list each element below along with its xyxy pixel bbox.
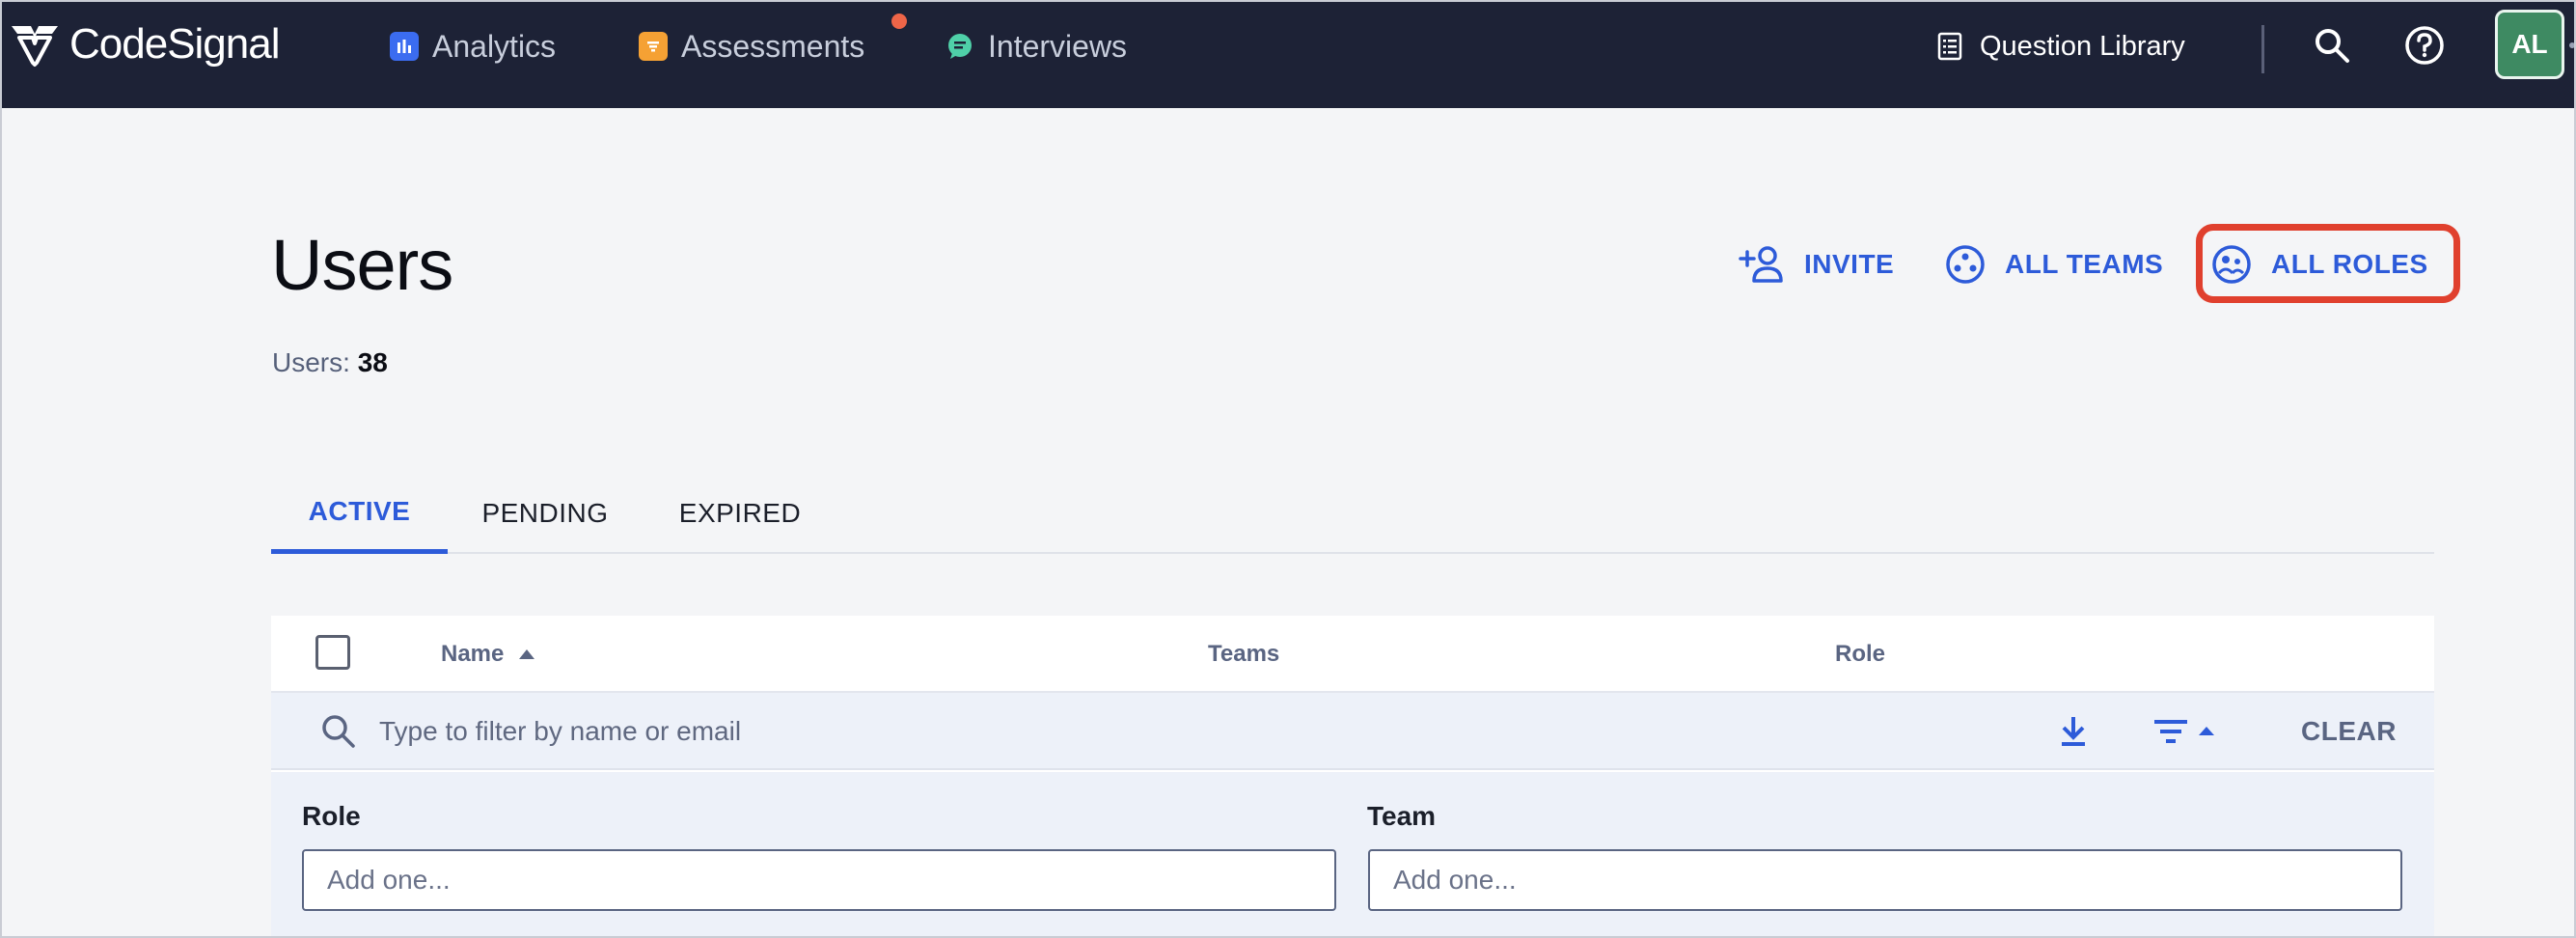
question-library-link[interactable]: Question Library	[1937, 25, 2185, 68]
all-roles-highlight-outline	[2196, 224, 2460, 303]
sort-ascending-icon	[519, 649, 535, 659]
team-filter-label: Team	[1367, 801, 1437, 831]
nav-assessments-label: Assessments	[681, 28, 865, 64]
bar-chart-icon	[390, 32, 419, 61]
avatar-initials: AL	[2511, 29, 2548, 59]
help-icon[interactable]	[2404, 25, 2445, 66]
user-status-tabs: ACTIVE PENDING EXPIRED	[271, 473, 2434, 554]
nav-divider	[2261, 25, 2264, 73]
brand-logo[interactable]: CodeSignal	[8, 17, 280, 71]
users-table: Name Teams Role CLEAR Role Team	[271, 616, 2434, 938]
column-role-label: Role	[1835, 641, 1886, 667]
filter-bar: CLEAR	[271, 693, 2434, 770]
select-all-checkbox[interactable]	[315, 635, 350, 670]
column-teams-label: Teams	[1208, 641, 1280, 667]
users-count: Users: 38	[272, 347, 388, 378]
nav-interviews[interactable]: Interviews	[945, 25, 1127, 68]
brand-name: CodeSignal	[69, 20, 280, 68]
add-user-icon	[1739, 246, 1783, 283]
clipboard-icon	[639, 32, 668, 61]
search-icon	[319, 712, 358, 751]
user-avatar[interactable]: AL	[2495, 10, 2564, 79]
column-name-label: Name	[441, 641, 505, 667]
download-icon[interactable]	[2054, 712, 2093, 751]
column-header-teams: Teams	[1208, 641, 1279, 668]
column-header-name[interactable]: Name	[441, 641, 535, 668]
tab-pending[interactable]: PENDING	[480, 473, 611, 554]
page-title: Users	[271, 225, 453, 305]
table-header: Name Teams Role	[271, 616, 2434, 693]
filter-search-input[interactable]	[379, 706, 1344, 757]
nav-assessments[interactable]: Assessments	[639, 25, 864, 68]
question-library-label: Question Library	[1980, 30, 2185, 62]
nav-analytics-label: Analytics	[432, 28, 557, 64]
team-filter-input[interactable]	[1368, 849, 2402, 911]
users-count-value: 38	[357, 347, 388, 377]
filter-toggle-icon[interactable]	[2152, 712, 2230, 751]
avatar-menu-indicator	[2569, 42, 2575, 48]
chat-bubble-icon	[945, 32, 974, 61]
clear-filters-button[interactable]: CLEAR	[2301, 716, 2397, 747]
nav-interviews-label: Interviews	[988, 28, 1128, 64]
tab-active[interactable]: ACTIVE	[271, 473, 448, 554]
invite-label: INVITE	[1804, 249, 1895, 279]
nav-analytics[interactable]: Analytics	[390, 25, 556, 68]
list-document-icon	[1937, 32, 1962, 61]
users-count-label: Users:	[272, 347, 350, 377]
role-filter-input[interactable]	[302, 849, 1336, 911]
filter-panel: Role Team	[271, 772, 2434, 938]
top-navigation-bar: CodeSignal Analytics Assessments Intervi…	[0, 0, 2576, 108]
tab-expired[interactable]: EXPIRED	[676, 473, 804, 554]
all-teams-label: ALL TEAMS	[2005, 249, 2164, 279]
search-icon[interactable]	[2312, 25, 2352, 66]
codesignal-logo-icon	[12, 26, 58, 67]
invite-button[interactable]: INVITE	[1739, 239, 1894, 290]
role-filter-label: Role	[302, 801, 361, 831]
teams-icon	[1946, 245, 1985, 284]
all-teams-button[interactable]: ALL TEAMS	[1945, 239, 2163, 290]
notification-dot	[891, 14, 907, 29]
column-header-role: Role	[1835, 641, 1885, 668]
